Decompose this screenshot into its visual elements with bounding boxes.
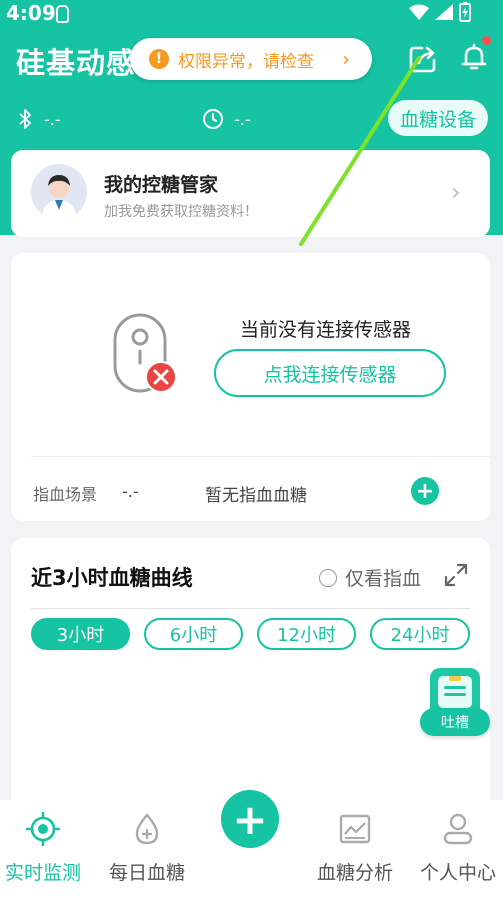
- timer-value: -.-: [234, 109, 251, 129]
- tab-3h[interactable]: 3小时: [31, 618, 130, 650]
- nav-item-profile[interactable]: 个人中心: [408, 812, 503, 885]
- feedback-label: 吐槽: [420, 708, 490, 736]
- status-bar: 4:09: [0, 0, 503, 28]
- chevron-right-icon: ›: [342, 47, 350, 71]
- sensor-status-text: 当前没有连接传感器: [240, 319, 412, 341]
- add-record-button[interactable]: +: [221, 790, 279, 848]
- status-icons: [409, 2, 471, 22]
- glucose-manager-card[interactable]: 我的控糖管家 加我免费获取控糖资料！ ›: [11, 150, 490, 237]
- status-time: 4:09: [6, 1, 56, 25]
- glucose-device-button[interactable]: 血糖设备: [388, 100, 488, 136]
- nav-label-profile: 个人中心: [419, 862, 496, 884]
- sensor-disconnected-icon: [113, 313, 177, 393]
- nav-label-realtime: 实时监测: [4, 862, 81, 884]
- chevron-right-icon: ›: [451, 178, 461, 206]
- app-title: 硅基动感: [16, 46, 137, 80]
- tab-6h[interactable]: 6小时: [144, 618, 243, 650]
- wifi-icon: [409, 4, 429, 20]
- nav-item-analysis[interactable]: 血糖分析: [305, 812, 405, 885]
- connect-sensor-button[interactable]: 点我连接传感器: [214, 349, 446, 397]
- radio-icon[interactable]: [319, 568, 337, 587]
- permission-warning-pill[interactable]: ! 权限异常，请检查 ›: [130, 38, 372, 80]
- feedback-button[interactable]: 吐槽: [420, 668, 490, 738]
- manager-avatar: [31, 164, 87, 220]
- divider: [31, 608, 470, 609]
- doctor-avatar-icon: [31, 164, 87, 220]
- chart-image-icon: [339, 814, 371, 844]
- nav-item-daily[interactable]: 每日血糖: [97, 812, 197, 885]
- blood-drop-plus-icon: [135, 813, 159, 845]
- expand-icon[interactable]: [443, 562, 469, 588]
- sensor-card: 当前没有连接传感器 点我连接传感器 指血场景 -.- 暂无指血血糖 +: [11, 253, 490, 521]
- bottom-navigation: 实时监测 每日血糖 + 血糖分析 个人中心: [0, 790, 503, 918]
- only-finger-toggle[interactable]: 仅看指血: [319, 564, 421, 591]
- finger-scene-label: 指血场景: [33, 485, 98, 504]
- bluetooth-icon: [19, 109, 31, 129]
- signal-icon: [435, 4, 453, 20]
- bell-icon[interactable]: [458, 42, 490, 74]
- no-finger-glucose-text: 暂无指血血糖: [205, 486, 307, 506]
- nav-label-daily: 每日血糖: [108, 862, 185, 884]
- nav-label-analysis: 血糖分析: [316, 862, 393, 884]
- add-finger-glucose-button[interactable]: +: [411, 477, 439, 505]
- bluetooth-status: -.-: [18, 108, 61, 130]
- share-icon[interactable]: [408, 44, 438, 74]
- crosshair-icon: [25, 811, 61, 847]
- clock-icon: [203, 109, 223, 129]
- only-finger-label: 仅看指血: [345, 568, 422, 590]
- warning-icon: !: [149, 49, 169, 69]
- clipboard-icon: [438, 674, 472, 708]
- permission-warning-text: 权限异常，请检查: [178, 51, 314, 72]
- manager-title: 我的控糖管家: [104, 174, 219, 196]
- finger-scene-value: -.-: [122, 482, 139, 501]
- timer-status: -.-: [202, 108, 251, 130]
- tab-24h[interactable]: 24小时: [370, 618, 470, 650]
- bluetooth-value: -.-: [44, 109, 61, 129]
- user-icon: [443, 813, 473, 845]
- curve-title: 近3小时血糖曲线: [31, 566, 193, 590]
- manager-subtitle: 加我免费获取控糖资料！: [104, 204, 258, 220]
- sim-card-icon: [56, 5, 69, 23]
- notification-badge: [482, 36, 491, 45]
- battery-icon: [459, 2, 471, 22]
- divider: [31, 456, 490, 457]
- tab-12h[interactable]: 12小时: [257, 618, 356, 650]
- nav-item-realtime[interactable]: 实时监测: [0, 811, 93, 885]
